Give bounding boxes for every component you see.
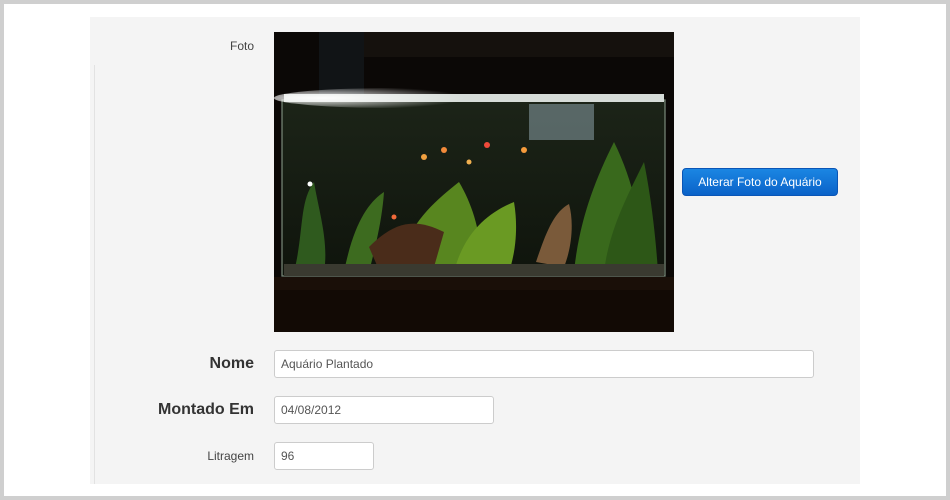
- aquarium-image: [274, 32, 674, 332]
- litragem-input[interactable]: [274, 442, 374, 470]
- nome-label: Nome: [209, 355, 254, 372]
- aquarium-photo: [274, 32, 674, 332]
- nome-input[interactable]: [274, 350, 814, 378]
- montado-em-label: Montado Em: [158, 401, 254, 418]
- photo-label: Foto: [229, 39, 254, 53]
- change-photo-button[interactable]: Alterar Foto do Aquário: [682, 168, 838, 196]
- litragem-label: Litragem: [207, 449, 254, 463]
- montado-em-input[interactable]: [274, 396, 494, 424]
- panel-divider: [94, 65, 95, 484]
